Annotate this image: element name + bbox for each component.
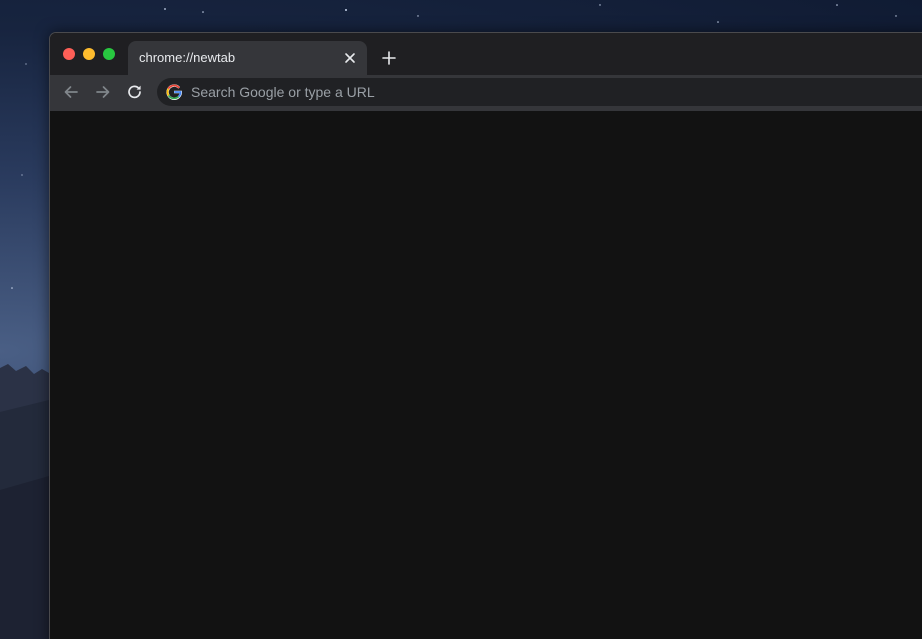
page-content[interactable] xyxy=(50,111,922,639)
arrow-right-icon[interactable] xyxy=(94,83,112,101)
reload-icon[interactable] xyxy=(126,83,144,101)
toolbar: Search Google or type a URL xyxy=(50,75,922,107)
tab-title: chrome://newtab xyxy=(139,50,236,65)
address-bar[interactable]: Search Google or type a URL xyxy=(157,78,922,106)
tab-strip: chrome://newtab xyxy=(50,33,922,75)
close-icon[interactable] xyxy=(342,50,358,66)
tab-newtab[interactable]: chrome://newtab xyxy=(128,41,367,75)
window-minimize-button[interactable] xyxy=(83,48,95,60)
desktop-wallpaper: chrome://newtab Search Google or type a … xyxy=(0,0,922,639)
address-bar-placeholder: Search Google or type a URL xyxy=(191,84,375,100)
window-zoom-button[interactable] xyxy=(103,48,115,60)
browser-window: chrome://newtab Search Google or type a … xyxy=(49,32,922,639)
plus-icon[interactable] xyxy=(380,49,398,67)
arrow-left-icon[interactable] xyxy=(62,83,80,101)
google-g-icon xyxy=(166,84,182,100)
window-close-button[interactable] xyxy=(63,48,75,60)
